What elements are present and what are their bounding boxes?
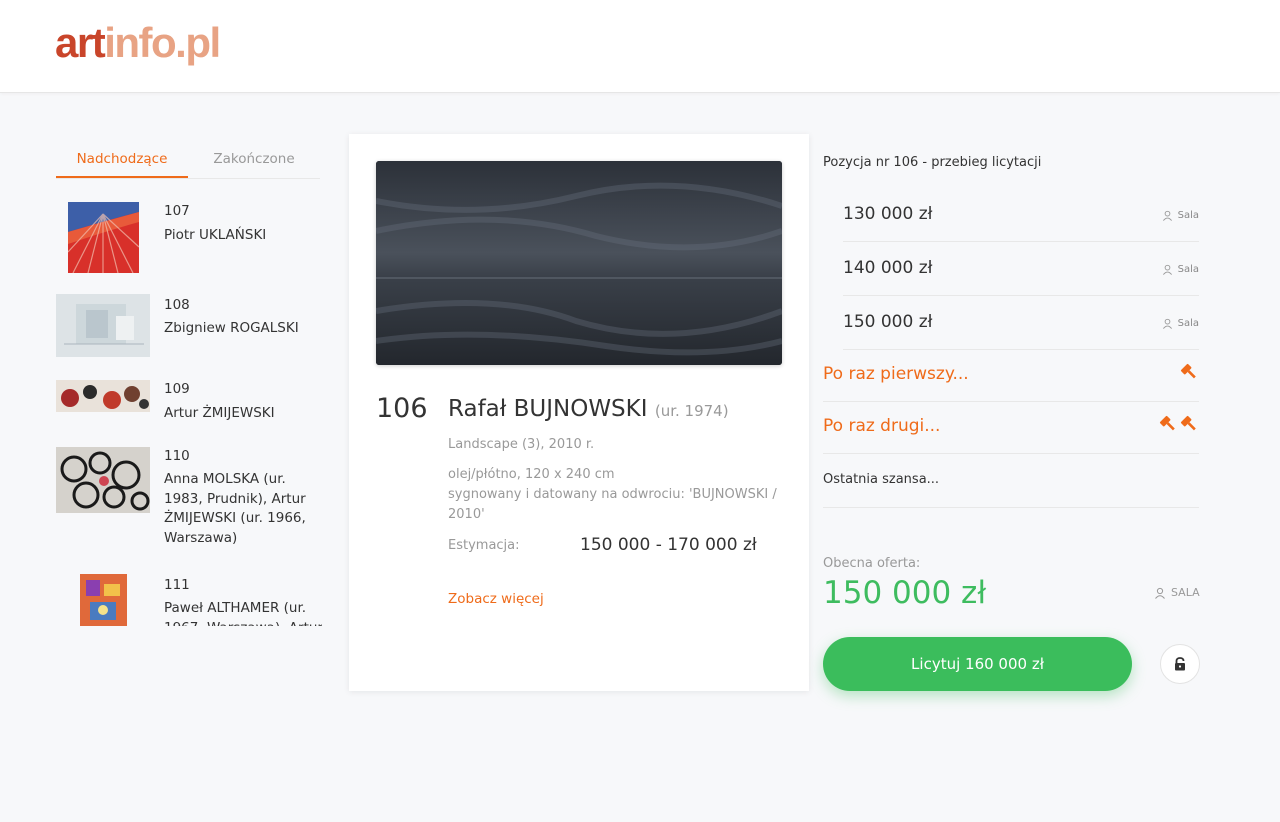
artist-born: (ur. 1974) (654, 402, 729, 420)
bidding-title: Pozycja nr 106 - przebieg licytacji (823, 155, 1042, 170)
bid-amount: 140 000 zł (843, 258, 933, 278)
lot-artist: Paweł ALTHAMER (ur. 1967, Warszawa), Art… (164, 600, 322, 626)
user-icon (1162, 210, 1172, 221)
bid-source: Sala (1162, 264, 1199, 275)
lot-artist: Anna MOLSKA (ur. 1983, Prudnik), Artur Ż… (164, 471, 306, 546)
lot-thumbnail (56, 447, 150, 513)
lot-number: 108 (164, 297, 190, 313)
list-item-lot-111[interactable]: 111 Paweł ALTHAMER (ur. 1967, Warszawa),… (56, 574, 322, 626)
artwork-title: Landscape (3), 2010 r. (448, 437, 595, 452)
unlock-icon (1175, 657, 1185, 671)
lot-thumbnail (80, 574, 127, 626)
current-offer-source: SALA (1154, 586, 1200, 599)
site-logo[interactable]: artinfo.pl (55, 18, 221, 68)
list-item-lot-108[interactable]: 108 Zbigniew ROGALSKI (56, 294, 322, 360)
user-icon (1162, 318, 1172, 329)
call-first-row: Po raz pierwszy... (823, 350, 1199, 402)
place-bid-button[interactable]: Licytuj 160 000 zł (823, 637, 1132, 691)
tab-upcoming[interactable]: Nadchodzące (56, 140, 188, 178)
last-chance-row: Ostatnia szansa... (823, 455, 1199, 508)
lot-thumbnail (56, 294, 150, 357)
estimate-value: 150 000 - 170 000 zł (580, 535, 757, 555)
call-second-text: Po raz drugi... (823, 416, 941, 436)
lot-number: 110 (164, 448, 190, 464)
lot-number: 111 (164, 577, 190, 593)
bid-source: Sala (1162, 210, 1199, 221)
lots-tabs: Nadchodzące Zakończone (56, 140, 320, 179)
lot-artist: Piotr UKLAŃSKI (164, 227, 267, 243)
call-first-text: Po raz pierwszy... (823, 364, 969, 384)
list-item-lot-110[interactable]: 110 Anna MOLSKA (ur. 1983, Prudnik), Art… (56, 447, 322, 557)
artwork-technique: olej/płótno, 120 x 240 cm (448, 467, 615, 482)
artwork-details: olej/płótno, 120 x 240 cm sygnowany i da… (448, 465, 778, 525)
lot-number: 109 (164, 381, 190, 397)
bid-history-row: 150 000 zł Sala (843, 296, 1199, 350)
estimate-label: Estymacja: (448, 538, 520, 553)
current-offer-amount: 150 000 zł (823, 575, 987, 611)
list-item-lot-109[interactable]: 109 Artur ŻMIJEWSKI (56, 379, 322, 431)
current-offer-source-label: SALA (1171, 586, 1200, 599)
header: artinfo.pl (0, 0, 1280, 93)
lot-card: 106 Rafał BUJNOWSKI (ur. 1974) Landscape… (349, 134, 809, 691)
bid-history-row: 130 000 zł Sala (843, 188, 1199, 242)
bid-history-row: 140 000 zł Sala (843, 242, 1199, 296)
logo-text-info: info.pl (104, 19, 221, 66)
lot-thumbnail (68, 202, 139, 273)
lot-number-large: 106 (376, 393, 428, 424)
lots-list: 107 Piotr UKLAŃSKI 108 Zbigniew ROGALSKI (56, 198, 322, 626)
bid-source: Sala (1162, 318, 1199, 329)
see-more-link[interactable]: Zobacz więcej (448, 591, 544, 607)
current-offer-label: Obecna oferta: (823, 556, 921, 571)
bid-amount: 130 000 zł (843, 204, 933, 224)
user-icon (1155, 587, 1165, 599)
artwork-signature: sygnowany i datowany na odwrociu: 'BUJNO… (448, 487, 777, 522)
user-icon (1162, 264, 1172, 275)
list-item-lot-107[interactable]: 107 Piotr UKLAŃSKI (56, 198, 322, 278)
bid-source-label: Sala (1177, 264, 1199, 275)
lot-artist: Artur ŻMIJEWSKI (164, 405, 275, 421)
tab-finished[interactable]: Zakończone (188, 140, 320, 178)
artist-name-text: Rafał BUJNOWSKI (448, 396, 648, 422)
lot-artist: Zbigniew ROGALSKI (164, 320, 299, 336)
bid-amount: 150 000 zł (843, 312, 933, 332)
lot-thumbnail (56, 380, 150, 412)
gavel-icon (1179, 362, 1199, 382)
call-second-row: Po raz drugi... (823, 402, 1199, 454)
logo-text-art: art (55, 19, 106, 66)
bid-source-label: Sala (1177, 210, 1199, 221)
artwork-image[interactable] (376, 161, 782, 365)
lot-number: 107 (164, 203, 190, 219)
last-chance-text: Ostatnia szansa... (823, 472, 940, 487)
double-gavel-icon (1158, 414, 1199, 434)
bid-source-label: Sala (1177, 318, 1199, 329)
artist-name: Rafał BUJNOWSKI (ur. 1974) (448, 396, 729, 422)
lock-button[interactable] (1160, 644, 1200, 684)
